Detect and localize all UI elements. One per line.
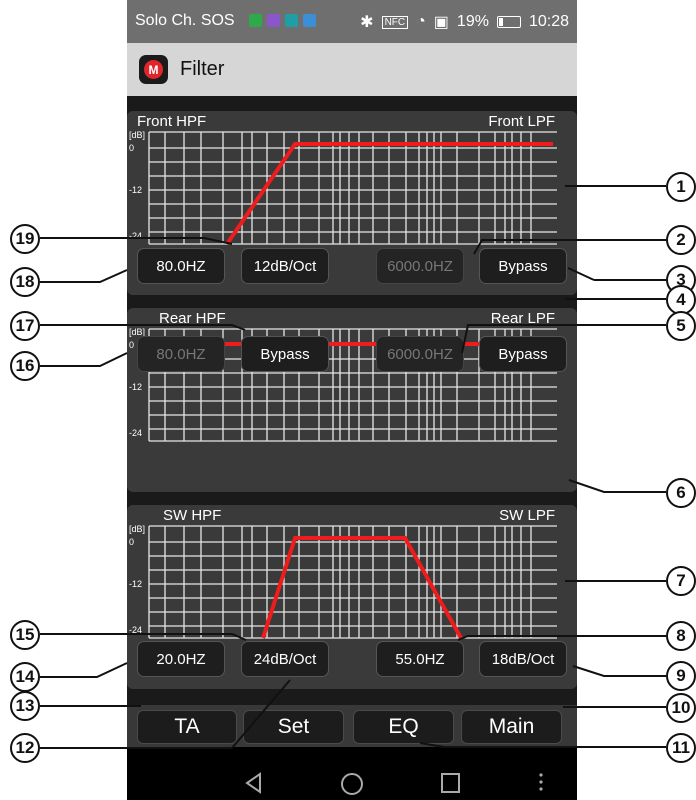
- y-tick-label: -24: [129, 231, 142, 241]
- sw-lpf-frequency-button[interactable]: 55.0HZ: [376, 641, 464, 677]
- rear-hpf-frequency-button[interactable]: 80.0HZ: [137, 336, 225, 372]
- sw-hpf-frequency-button[interactable]: 20.0HZ: [137, 641, 225, 677]
- app-logo-icon: M: [139, 55, 168, 84]
- rear-lpf-slope-button[interactable]: Bypass: [479, 336, 567, 372]
- callout-8: 8: [666, 621, 696, 651]
- callout-7: 7: [666, 566, 696, 596]
- front-lpf-slope-button[interactable]: Bypass: [479, 248, 567, 284]
- front-hpf-frequency-button[interactable]: 80.0HZ: [137, 248, 225, 284]
- carrier-label: Solo Ch. SOS: [135, 12, 235, 29]
- sw-filter-panel: SW HPF SW LPF [dB] 0 -12 -24 20.0HZ 24dB/Oc…: [127, 505, 577, 689]
- nfc-icon: NFC: [381, 15, 409, 29]
- callout-10: 10: [666, 693, 696, 723]
- page-title: Filter: [180, 58, 225, 80]
- notification-chat-icon: [285, 14, 298, 27]
- callout-13: 13: [10, 691, 40, 721]
- y-tick-label: -24: [129, 625, 142, 635]
- rear-lpf-frequency-button[interactable]: 6000.0HZ: [376, 336, 464, 372]
- callout-6: 6: [666, 478, 696, 508]
- front-hpf-slope-button[interactable]: 12dB/Oct: [241, 248, 329, 284]
- y-tick-label: 0: [129, 340, 134, 350]
- callout-16: 16: [10, 351, 40, 381]
- callout-11: 11: [666, 733, 696, 763]
- rear-filter-panel: Rear HPF Rear LPF [dB] 0 -12 -24 80.0HZ Byp…: [127, 308, 577, 492]
- callout-19: 19: [10, 224, 40, 254]
- y-tick-label: [dB]: [129, 130, 145, 140]
- callout-17: 17: [10, 311, 40, 341]
- status-bar: Solo Ch. SOS ✱ NFC ◔ ▣ 19% 10:28: [127, 0, 577, 43]
- clock: 10:28: [528, 13, 569, 30]
- phone-screen: Solo Ch. SOS ✱ NFC ◔ ▣ 19% 10:28 M Filte…: [127, 0, 577, 800]
- callout-9: 9: [666, 661, 696, 691]
- callout-18: 18: [10, 267, 40, 297]
- battery-percent: 19%: [456, 13, 489, 30]
- grid: [148, 131, 557, 245]
- callout-15: 15: [10, 620, 40, 650]
- notification-play-icon: [303, 14, 316, 27]
- system-nav-bar: [127, 747, 577, 800]
- front-lpf-frequency-button[interactable]: 6000.0HZ: [376, 248, 464, 284]
- callout-1: 1: [666, 172, 696, 202]
- callout-5: 5: [666, 311, 696, 341]
- response-curve: [225, 142, 553, 246]
- callout-14: 14: [10, 662, 40, 692]
- sw-lpf-slope-button[interactable]: 18dB/Oct: [479, 641, 567, 677]
- wifi-icon: ◔: [416, 13, 426, 30]
- rear-hpf-slope-button[interactable]: Bypass: [241, 336, 329, 372]
- sw-hpf-slope-button[interactable]: 24dB/Oct: [241, 641, 329, 677]
- y-tick-label: -12: [129, 579, 142, 589]
- y-tick-label: -12: [129, 185, 142, 195]
- back-icon[interactable]: [245, 772, 261, 794]
- set-button[interactable]: Set: [243, 710, 344, 744]
- y-tick-label: [dB]: [129, 524, 145, 534]
- grid: [148, 525, 557, 639]
- notification-gallery-icon: [267, 14, 280, 27]
- ta-button[interactable]: TA: [137, 710, 237, 744]
- y-tick-label: -12: [129, 382, 142, 392]
- y-tick-label: 0: [129, 537, 134, 547]
- callout-2: 2: [666, 225, 696, 255]
- recents-icon[interactable]: [441, 773, 460, 793]
- battery-icon: [496, 16, 521, 28]
- y-tick-label: -24: [129, 428, 142, 438]
- sim-icon: ▣: [433, 14, 449, 31]
- notification-app-icon: [249, 14, 262, 27]
- eq-button[interactable]: EQ: [353, 710, 454, 744]
- bottom-nav-bar: TA Set EQ Main: [127, 705, 577, 747]
- bluetooth-icon: ✱: [360, 14, 374, 31]
- main-button[interactable]: Main: [461, 710, 562, 744]
- app-title-bar: M Filter: [127, 43, 577, 96]
- callout-12: 12: [10, 733, 40, 763]
- front-filter-panel: Front HPF Front LPF [dB] 0 -12 -24 80.0HZ 1…: [127, 111, 577, 295]
- response-curve: [261, 536, 463, 639]
- status-icons: ✱ NFC ◔ ▣ 19% 10:28: [360, 12, 569, 32]
- menu-icon[interactable]: [539, 773, 543, 791]
- home-icon[interactable]: [341, 773, 363, 795]
- y-tick-label: 0: [129, 143, 134, 153]
